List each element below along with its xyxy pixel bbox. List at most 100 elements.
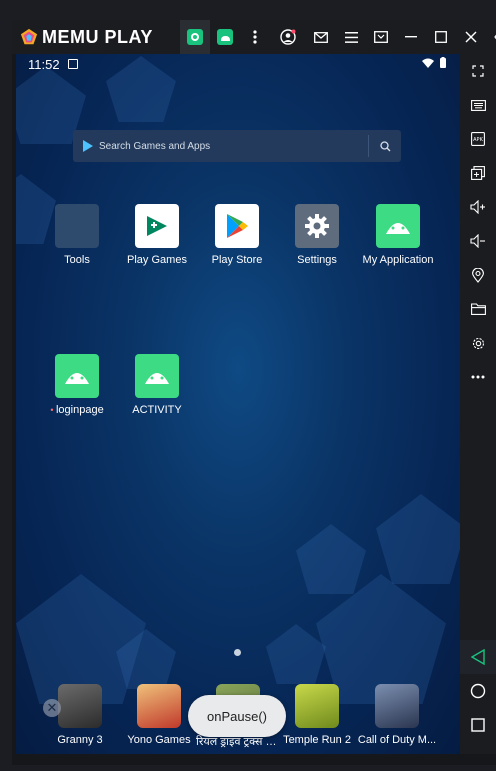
notification-image-icon xyxy=(67,59,78,69)
app-label: ACTIVITY xyxy=(132,404,182,416)
app-label: Settings xyxy=(297,254,337,266)
status-bar: 11:52 xyxy=(16,54,460,74)
memu-logo: MEMU PLAY xyxy=(20,27,153,48)
android-icon xyxy=(217,29,233,45)
fullscreen-button[interactable] xyxy=(460,54,496,88)
multi-instance-button[interactable] xyxy=(460,156,496,190)
dismiss-button[interactable]: ✕ xyxy=(43,699,61,717)
home-button[interactable] xyxy=(460,674,496,708)
install-apk-button[interactable]: APK xyxy=(460,122,496,156)
volume-up-button[interactable] xyxy=(460,190,496,224)
app-label-text: loginpage xyxy=(55,404,104,416)
maximize-button[interactable] xyxy=(426,20,456,54)
temple-run-icon xyxy=(295,684,339,728)
app-activity[interactable]: ACTIVITY xyxy=(117,354,197,416)
app-tools[interactable]: Tools xyxy=(37,204,117,266)
granny-icon xyxy=(58,684,102,728)
android-icon xyxy=(135,354,179,398)
app-label: Play Store xyxy=(211,254,263,266)
volume-down-icon xyxy=(470,234,485,248)
close-button[interactable] xyxy=(456,20,486,54)
yono-games-icon xyxy=(137,684,181,728)
call-of-duty-icon xyxy=(375,684,419,728)
dock-label: Temple Run 2 xyxy=(283,734,351,746)
play-games-icon xyxy=(135,204,179,248)
wifi-icon xyxy=(422,58,434,68)
screen-cast-button[interactable] xyxy=(366,20,396,54)
toast-message: onPause() xyxy=(188,695,286,737)
play-store-icon xyxy=(215,204,259,248)
maximize-icon xyxy=(435,31,447,43)
app-label: • loginpage xyxy=(50,404,103,416)
wallpaper-shape xyxy=(266,624,326,684)
page-indicator xyxy=(234,649,241,656)
dock-label: Call of Duty M... xyxy=(357,734,437,746)
more-horiz-icon xyxy=(471,375,485,379)
record-button[interactable] xyxy=(180,20,210,54)
screen-cast-icon xyxy=(374,31,388,43)
menu-icon xyxy=(344,31,358,43)
account-icon xyxy=(280,29,296,45)
search-button[interactable] xyxy=(369,140,401,152)
folder-icon xyxy=(470,303,486,315)
memu-logo-icon xyxy=(20,28,38,45)
dock-label: Yono Games xyxy=(127,734,191,746)
android-icon xyxy=(55,354,99,398)
app-my-application[interactable]: My Application xyxy=(358,204,438,266)
search-icon xyxy=(379,140,390,151)
record-icon xyxy=(187,29,203,45)
dock-app-call-of-duty[interactable]: Call of Duty M... xyxy=(357,684,437,746)
apk-icon: APK xyxy=(471,132,485,146)
emulator-settings-button[interactable] xyxy=(460,326,496,360)
mail-button[interactable] xyxy=(306,20,336,54)
wallpaper-shape xyxy=(296,524,366,594)
app-label: My Application xyxy=(362,254,434,266)
emulator-toolbar: MEMU PLAY xyxy=(12,20,496,54)
multi-window-icon xyxy=(471,166,485,180)
recents-button[interactable] xyxy=(460,708,496,742)
brand-name: MEMU PLAY xyxy=(42,26,153,47)
android-navigation xyxy=(460,640,496,742)
dock-app-temple-run-2[interactable]: Temple Run 2 xyxy=(277,684,357,746)
menu-button[interactable] xyxy=(336,20,366,54)
play-store-icon xyxy=(83,140,93,152)
minimize-icon xyxy=(405,36,417,38)
keyboard-icon xyxy=(470,99,486,111)
back-icon xyxy=(471,649,485,665)
shared-folder-button[interactable] xyxy=(460,292,496,326)
android-icon xyxy=(376,204,420,248)
app-label: Play Games xyxy=(127,254,187,266)
fullscreen-icon xyxy=(472,65,484,77)
app-settings[interactable]: Settings xyxy=(277,204,357,266)
recents-icon xyxy=(471,718,485,732)
back-button[interactable] xyxy=(460,640,496,674)
more-vert-icon xyxy=(253,30,257,44)
settings-icon xyxy=(295,204,339,248)
volume-down-button[interactable] xyxy=(460,224,496,258)
minimize-button[interactable] xyxy=(396,20,426,54)
wallpaper-shape xyxy=(376,494,460,584)
search-placeholder: Search Games and Apps xyxy=(99,140,211,152)
collapse-sidebar-button[interactable] xyxy=(486,20,496,54)
close-icon: ✕ xyxy=(46,700,58,715)
status-time: 11:52 xyxy=(28,56,60,72)
location-button[interactable] xyxy=(460,258,496,292)
tools-folder-icon xyxy=(55,204,99,248)
app-play-games[interactable]: Play Games xyxy=(117,204,197,266)
battery-icon xyxy=(440,57,446,68)
more-options-button[interactable] xyxy=(240,20,270,54)
account-button[interactable] xyxy=(270,20,306,54)
mail-icon xyxy=(314,31,328,43)
close-icon xyxy=(465,31,477,43)
dock-label: Granny 3 xyxy=(57,734,103,746)
android-app-button[interactable] xyxy=(210,20,240,54)
app-label: Tools xyxy=(64,254,90,266)
search-bar[interactable]: Search Games and Apps xyxy=(73,130,401,162)
app-play-store[interactable]: Play Store xyxy=(197,204,277,266)
keyboard-button[interactable] xyxy=(460,88,496,122)
app-loginpage[interactable]: • loginpage xyxy=(37,354,117,416)
android-home-screen: 11:52 Search Games and Apps Tools Play G… xyxy=(16,54,460,754)
home-icon xyxy=(470,683,486,699)
more-tools-button[interactable] xyxy=(460,360,496,394)
dock-app-yono-games[interactable]: Yono Games xyxy=(119,684,199,746)
